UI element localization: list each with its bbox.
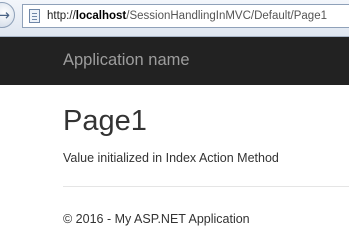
footer-divider [63,186,349,187]
url-scheme: http:// [47,10,76,22]
browser-chrome: → http://localhost/SessionHandlingInMVC/… [0,0,349,37]
url-path: /SessionHandlingInMVC/Default/Page1 [126,10,327,22]
address-bar[interactable]: http://localhost/SessionHandlingInMVC/De… [22,4,349,28]
session-value-message: Value initialized in Index Action Method [63,151,279,165]
page-icon [29,9,40,23]
app-navbar: Application name [0,37,349,85]
page-title: Page1 [63,105,147,137]
back-arrow-icon: → [0,6,10,24]
footer-text: © 2016 - My ASP.NET Application [63,212,250,226]
url-text[interactable]: http://localhost/SessionHandlingInMVC/De… [47,9,327,24]
navbar-brand-link[interactable]: Application name [63,50,190,70]
url-host: localhost [75,10,127,22]
back-button[interactable]: → [0,2,15,28]
